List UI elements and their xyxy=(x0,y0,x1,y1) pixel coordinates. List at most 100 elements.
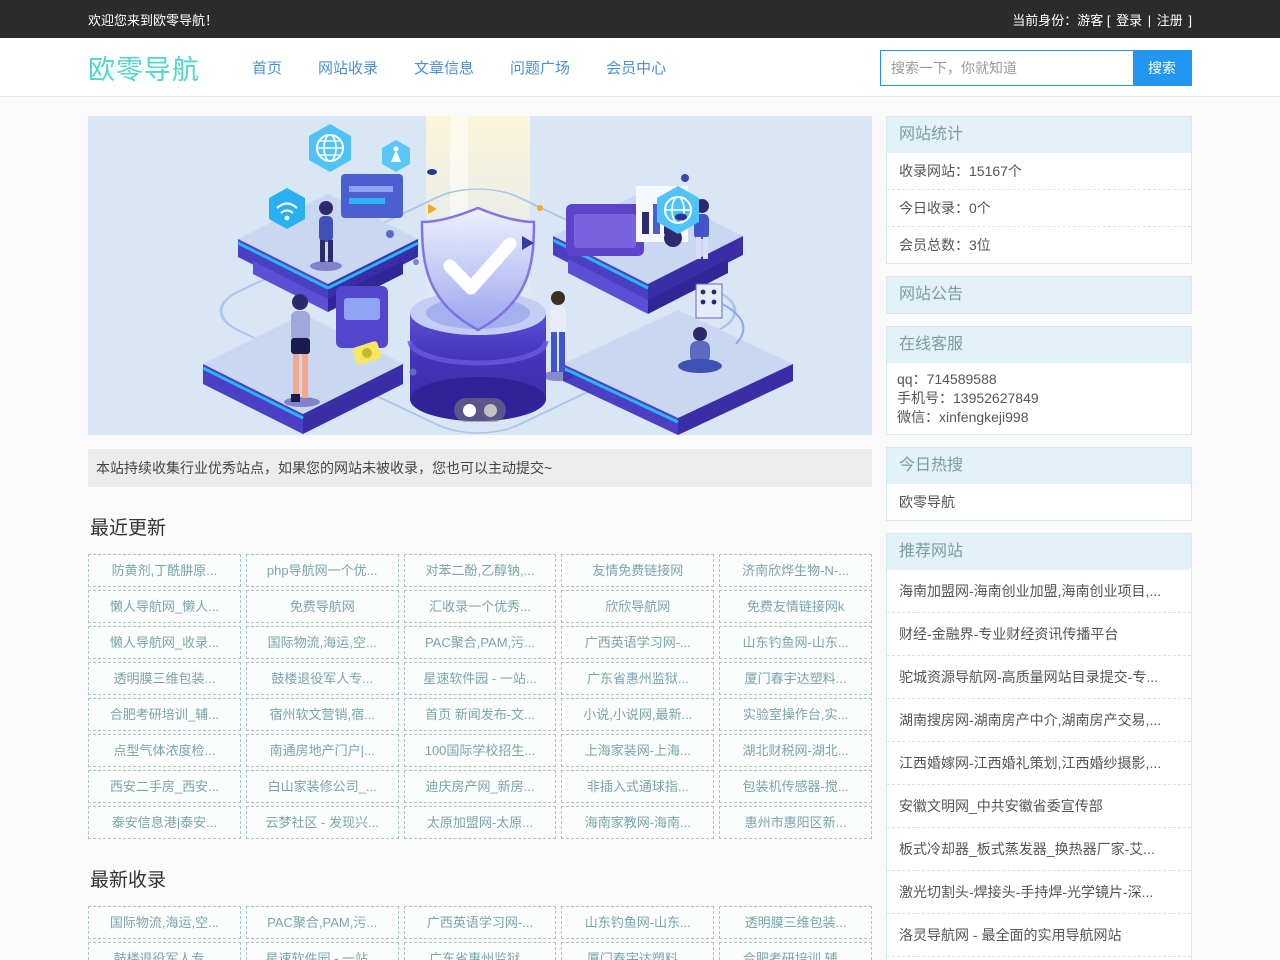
site-link-box[interactable]: 宿州软文营销,宿... xyxy=(246,698,399,731)
site-link-box[interactable]: 点型气体浓度检... xyxy=(88,734,241,767)
site-link-box[interactable]: 惠州市惠阳区新... xyxy=(719,806,872,839)
site-link-box[interactable]: 合肥考研培训_辅... xyxy=(88,698,241,731)
site-link-box[interactable]: 合肥考研培训 辅... xyxy=(719,942,872,960)
site-link-box[interactable]: 100国际学校招生... xyxy=(404,734,557,767)
panel-title-hot-search: 今日热搜 xyxy=(887,448,1191,484)
site-link-box[interactable]: 云梦社区 - 发现兴... xyxy=(246,806,399,839)
nav-link[interactable]: 文章信息 xyxy=(414,57,474,78)
site-link-box[interactable]: 鼓楼退役军人专... xyxy=(246,662,399,695)
recommended-site-link[interactable]: 江西婚嫁网-江西婚礼策划,江西婚纱摄影,... xyxy=(887,742,1191,785)
identity-area: 当前身份：游客 [ 登录 | 注册 ] xyxy=(1012,10,1192,29)
site-link-box[interactable]: 厦门春宇达塑料... xyxy=(561,942,714,960)
panel-title-recommended: 推荐网站 xyxy=(887,534,1191,570)
nav-link[interactable]: 网站收录 xyxy=(318,57,378,78)
register-link[interactable]: 注册 xyxy=(1157,13,1183,28)
site-link-box[interactable]: 免费导航网 xyxy=(246,590,399,623)
panel-announcement: 网站公告 xyxy=(886,276,1192,314)
stat-item: 今日收录：0个 xyxy=(887,190,1191,227)
site-link-box[interactable]: 迪庆房产网_新房... xyxy=(404,770,557,803)
site-link-box[interactable]: 鼓楼退役军人专... xyxy=(88,942,241,960)
panel-title-announcement: 网站公告 xyxy=(887,277,1191,313)
site-link-box[interactable]: 首页 新闻发布-文... xyxy=(404,698,557,731)
site-link-box[interactable]: 实验室操作台,实... xyxy=(719,698,872,731)
site-link-box[interactable]: 对苯二酚,乙醇钠,... xyxy=(404,554,557,587)
site-link-box[interactable]: 免费友情链接网k xyxy=(719,590,872,623)
nav-link[interactable]: 会员中心 xyxy=(606,57,666,78)
latest-included-grid: 国际物流,海运,空...PAC聚合,PAM,污...广西英语学习网-...山东钓… xyxy=(88,906,872,960)
site-link-box[interactable]: 国际物流,海运,空... xyxy=(88,906,241,939)
recommended-site-link[interactable]: 驼城资源导航网-高质量网站目录提交-专... xyxy=(887,656,1191,699)
section-title-recent-updates: 最近更新 xyxy=(90,513,872,540)
hero-banner[interactable] xyxy=(88,116,872,435)
site-link-box[interactable]: PAC聚合,PAM,污... xyxy=(246,906,399,939)
site-link-box[interactable]: PAC聚合,PAM,污... xyxy=(404,626,557,659)
site-link-box[interactable]: 山东钓鱼网-山东... xyxy=(561,906,714,939)
site-link-box[interactable]: 小说,小说网,最新... xyxy=(561,698,714,731)
data-cards xyxy=(341,174,403,218)
site-link-box[interactable]: 南通房地产门户|... xyxy=(246,734,399,767)
site-link-box[interactable]: 厦门春宇达塑料... xyxy=(719,662,872,695)
site-link-box[interactable]: 济南欣烨生物-N-... xyxy=(719,554,872,587)
carousel-dot-active[interactable] xyxy=(463,404,476,417)
recommended-site-link[interactable]: 安徽文明网_中共安徽省委宣传部 xyxy=(887,785,1191,828)
site-link-box[interactable]: 湖北财税网-湖北... xyxy=(719,734,872,767)
site-link-box[interactable]: 友情免费链接网 xyxy=(561,554,714,587)
stat-item: 收录网站：15167个 xyxy=(887,153,1191,190)
recommended-list: 海南加盟网-海南创业加盟,海南创业项目,...财经-金融界-专业财经资讯传播平台… xyxy=(887,570,1191,960)
site-link-box[interactable]: 防黄剂,丁酰肼原... xyxy=(88,554,241,587)
antenna-hexagon-icon xyxy=(382,140,410,172)
site-link-box[interactable]: 星速软件园 - 一站... xyxy=(246,942,399,960)
recommended-site-link[interactable]: 海南加盟网-海南创业加盟,海南创业项目,... xyxy=(887,570,1191,613)
site-link-box[interactable]: php导航网一个优... xyxy=(246,554,399,587)
site-link-box[interactable]: 海南家教网-海南... xyxy=(561,806,714,839)
site-link-box[interactable]: 透明膜三维包装... xyxy=(719,906,872,939)
contact-line: 微信：xinfengkeji998 xyxy=(897,408,1181,427)
monitor-screen xyxy=(566,204,644,256)
stat-item: 会员总数：3位 xyxy=(887,227,1191,263)
nav-link[interactable]: 问题广场 xyxy=(510,57,570,78)
panel-online-service: 在线客服 qq：714589588手机号：13952627849微信：xinfe… xyxy=(886,326,1192,435)
search-input[interactable] xyxy=(881,51,1133,85)
identity-text: 当前身份：游客 [ xyxy=(1012,13,1110,28)
identity-bracket-close: ] xyxy=(1188,13,1192,28)
site-link-box[interactable]: 广西英语学习网-... xyxy=(404,906,557,939)
carousel-dot[interactable] xyxy=(484,404,497,417)
site-link-box[interactable]: 懒人导航网_懒人... xyxy=(88,590,241,623)
search-button[interactable]: 搜索 xyxy=(1133,51,1191,85)
panel-recommended-sites: 推荐网站 海南加盟网-海南创业加盟,海南创业项目,...财经-金融界-专业财经资… xyxy=(886,533,1192,960)
login-link[interactable]: 登录 xyxy=(1116,13,1142,28)
site-link-box[interactable]: 广东省惠州监狱... xyxy=(561,662,714,695)
contact-line: qq：714589588 xyxy=(897,370,1181,389)
recommended-site-link[interactable]: 洛灵导航网 - 最全面的实用导航网站 xyxy=(887,914,1191,957)
site-link-box[interactable]: 非插入式通球指... xyxy=(561,770,714,803)
recommended-site-link[interactable]: 湖南搜房网-湖南房产中介,湖南房产交易,... xyxy=(887,699,1191,742)
site-logo[interactable]: 欧零导航 xyxy=(88,48,200,87)
submit-notice: 本站持续收集行业优秀站点，如果您的网站未被收录，您也可以主动提交~ xyxy=(88,449,872,487)
site-link-box[interactable]: 上海家装网-上海... xyxy=(561,734,714,767)
site-link-box[interactable]: 西安二手房_西安... xyxy=(88,770,241,803)
nav-link[interactable]: 首页 xyxy=(252,57,282,78)
site-link-box[interactable]: 透明膜三维包装... xyxy=(88,662,241,695)
site-link-box[interactable]: 广东省惠州监狱... xyxy=(404,942,557,960)
site-link-box[interactable]: 欣欣导航网 xyxy=(561,590,714,623)
site-link-box[interactable]: 国际物流,海运,空... xyxy=(246,626,399,659)
panel-hot-search: 今日热搜 欧零导航 xyxy=(886,447,1192,521)
recommended-site-link[interactable]: 板式冷却器_板式蒸发器_换热器厂家-艾... xyxy=(887,828,1191,871)
site-link-box[interactable]: 广西英语学习网-... xyxy=(561,626,714,659)
panel-title-online-service: 在线客服 xyxy=(887,327,1191,363)
site-link-box[interactable]: 星速软件园 - 一站... xyxy=(404,662,557,695)
site-link-box[interactable]: 泰安信息港|泰安... xyxy=(88,806,241,839)
hot-search-item[interactable]: 欧零导航 xyxy=(887,484,1191,520)
site-link-box[interactable]: 山东钓鱼网-山东... xyxy=(719,626,872,659)
site-link-box[interactable]: 懒人导航网_收录... xyxy=(88,626,241,659)
site-link-box[interactable]: 太原加盟网-太原... xyxy=(404,806,557,839)
site-link-box[interactable]: 白山家装修公司_... xyxy=(246,770,399,803)
recommended-site-link[interactable]: 激光切割头-焊接头-手持焊-光学镜片-深... xyxy=(887,871,1191,914)
site-link-box[interactable]: 汇收录一个优秀... xyxy=(404,590,557,623)
search-box: 搜索 xyxy=(880,50,1192,86)
recommended-site-link[interactable]: 财经-金融界-专业财经资讯传播平台 xyxy=(887,613,1191,656)
site-header: 欧零导航 首页 网站收录 文章信息 问题广场 会员中心 搜索 xyxy=(0,38,1280,97)
welcome-text: 欢迎您来到欧零导航！ xyxy=(88,10,218,29)
site-stats-list: 收录网站：15167个今日收录：0个会员总数：3位 xyxy=(887,153,1191,263)
site-link-box[interactable]: 包装机传感器-搅... xyxy=(719,770,872,803)
